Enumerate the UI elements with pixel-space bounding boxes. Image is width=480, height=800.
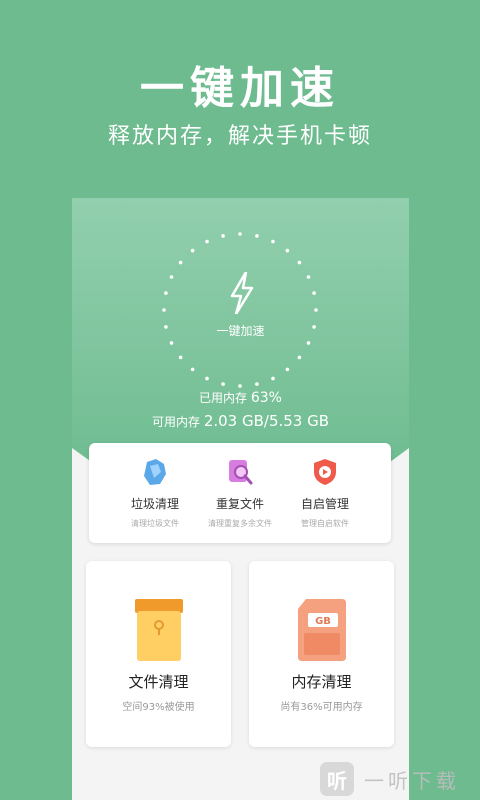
memory-cleanup-title: 内存清理 xyxy=(291,673,352,691)
duplicate-file-search-icon xyxy=(229,460,253,485)
watermark-logo: 听 xyxy=(320,762,354,796)
ring-dot xyxy=(255,382,259,386)
hero-subtitle: 释放内存，解决手机卡顿 xyxy=(107,124,372,149)
autostart-shield-icon xyxy=(314,459,336,485)
tools-card: 垃圾清理 清理垃圾文件 重复文件 清理重复多余文件 自启管理 管理自启软件 xyxy=(89,443,391,543)
tool-name: 自启管理 xyxy=(300,497,349,511)
ring-dot xyxy=(271,376,275,381)
memory-available-line: 可用内存 2.03 GB/5.53 GB xyxy=(72,412,409,430)
memory-card-icon: GB xyxy=(297,599,346,661)
ring-dot xyxy=(178,260,183,265)
ring-dot xyxy=(162,308,166,312)
ring-dot xyxy=(190,367,195,372)
ring-dot xyxy=(271,239,275,244)
trash-cleanup-icon xyxy=(144,459,166,485)
memory-chip-text: GB xyxy=(315,616,331,627)
ring-dot xyxy=(297,260,302,265)
memory-cleanup-card[interactable]: GB 内存清理 尚有36%可用内存 xyxy=(249,561,394,747)
ring-dot xyxy=(178,355,183,360)
ring-dot xyxy=(314,308,318,312)
file-cleanup-subtitle: 空间93%被使用 xyxy=(122,702,195,713)
ring-dot xyxy=(312,291,316,295)
file-cleanup-card[interactable]: 文件清理 空间93%被使用 xyxy=(86,561,231,747)
memory-available-label: 可用内存 xyxy=(151,415,200,429)
ring-dot xyxy=(164,291,168,295)
watermark: 听 一听下载 xyxy=(320,762,460,796)
tool-desc: 管理自启软件 xyxy=(301,519,349,528)
ring-dot xyxy=(221,382,225,386)
ring-dot xyxy=(221,234,225,238)
ring-dot xyxy=(255,234,259,238)
ring-dot xyxy=(205,376,209,381)
memory-available-value: 2.03 GB/5.53 GB xyxy=(203,412,330,430)
folder-envelope-icon xyxy=(134,599,183,661)
ring-dot xyxy=(306,341,311,345)
ring-dot xyxy=(169,275,174,279)
ring-dot xyxy=(285,248,290,253)
tool-autostart-manage[interactable]: 自启管理 管理自启软件 xyxy=(275,457,375,529)
memory-used-label: 已用内存 xyxy=(199,391,248,405)
memory-cleanup-subtitle: 尚有36%可用内存 xyxy=(280,702,363,713)
hero-title: 一键加速 xyxy=(140,63,340,114)
file-cleanup-title: 文件清理 xyxy=(128,673,189,691)
memory-used-value: 63% xyxy=(250,390,282,406)
ring-dot xyxy=(238,384,242,388)
watermark-text: 一听下载 xyxy=(364,768,460,793)
boost-button-label[interactable]: 一键加速 xyxy=(72,322,409,339)
ring-dot xyxy=(285,367,290,372)
ring-dot xyxy=(205,239,209,244)
lightning-bolt-icon xyxy=(230,272,254,314)
memory-used-line: 已用内存 63% xyxy=(72,389,409,406)
ring-dot xyxy=(190,248,195,253)
ring-dot xyxy=(169,341,174,345)
ring-dot xyxy=(238,232,242,236)
ring-dot xyxy=(306,275,311,279)
ring-dot xyxy=(297,355,302,360)
